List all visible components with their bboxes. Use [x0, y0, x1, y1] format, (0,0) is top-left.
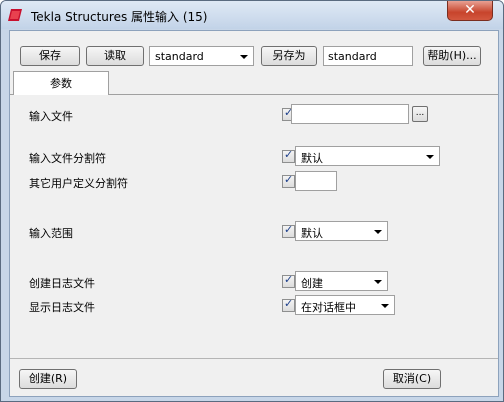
load-button[interactable]: 读取: [86, 46, 144, 66]
chevron-down-icon: [374, 230, 382, 234]
show-log-value: 在对话框中: [301, 301, 356, 314]
create-button[interactable]: 创建(R): [19, 369, 77, 389]
parameters-panel: 输入文件 ✓ ... 输入文件分割符 ✓ 默认 其它用户定义分割符 ✓ 输入范围…: [10, 95, 498, 358]
other-separator-input[interactable]: [295, 171, 337, 191]
cancel-button[interactable]: 取消(C): [383, 369, 441, 389]
create-log-value: 创建: [301, 277, 323, 290]
input-file-field[interactable]: [291, 104, 409, 124]
footer-divider: [10, 358, 498, 359]
tab-parameters[interactable]: 参数: [13, 71, 109, 96]
chevron-down-icon: [381, 304, 389, 308]
input-file-separator-checkbox[interactable]: ✓: [282, 148, 295, 163]
save-as-name-input[interactable]: standard: [323, 46, 413, 66]
checkmark-icon: ✓: [284, 297, 294, 310]
tekla-app-icon: [8, 9, 22, 21]
close-button[interactable]: ✕: [447, 1, 493, 21]
checkmark-icon: ✓: [284, 223, 294, 236]
save-as-button[interactable]: 另存为: [261, 46, 317, 66]
save-button[interactable]: 保存: [20, 46, 80, 66]
chevron-down-icon: [374, 280, 382, 284]
input-file-label: 输入文件: [29, 110, 73, 123]
dialog-window: Tekla Structures 属性输入 (15) ✕ 保存 读取 stand…: [0, 0, 504, 402]
help-button[interactable]: 帮助(H)...: [423, 46, 481, 66]
show-log-label: 显示日志文件: [29, 301, 95, 314]
dialog-client-area: 保存 读取 standard 另存为 standard 帮助(H)... 参数 …: [9, 30, 499, 397]
checkmark-icon: ✓: [284, 148, 294, 161]
input-file-separator-label: 输入文件分割符: [29, 152, 106, 165]
create-log-select[interactable]: 创建: [295, 271, 388, 291]
other-separator-label: 其它用户定义分割符: [29, 177, 128, 190]
show-log-checkbox[interactable]: ✓: [282, 297, 295, 312]
create-log-label: 创建日志文件: [29, 277, 95, 290]
window-title: Tekla Structures 属性输入 (15): [31, 10, 208, 24]
preset-select-value: standard: [155, 50, 204, 63]
checkmark-icon: ✓: [284, 273, 294, 286]
input-file-separator-select[interactable]: 默认: [295, 146, 440, 166]
save-as-name-value: standard: [328, 50, 377, 63]
input-range-select[interactable]: 默认: [295, 221, 388, 241]
close-icon: ✕: [464, 2, 476, 18]
input-range-label: 输入范围: [29, 227, 73, 240]
chevron-down-icon: [240, 55, 248, 59]
input-range-checkbox[interactable]: ✓: [282, 223, 295, 238]
other-separator-checkbox[interactable]: ✓: [282, 173, 295, 188]
browse-button[interactable]: ...: [412, 106, 428, 122]
show-log-select[interactable]: 在对话框中: [295, 295, 395, 315]
title-bar[interactable]: Tekla Structures 属性输入 (15) ✕: [1, 1, 503, 29]
checkmark-icon: ✓: [284, 173, 294, 186]
input-file-separator-value: 默认: [301, 152, 323, 165]
chevron-down-icon: [426, 155, 434, 159]
preset-select[interactable]: standard: [149, 46, 254, 66]
input-range-value: 默认: [301, 227, 323, 240]
create-log-checkbox[interactable]: ✓: [282, 273, 295, 288]
